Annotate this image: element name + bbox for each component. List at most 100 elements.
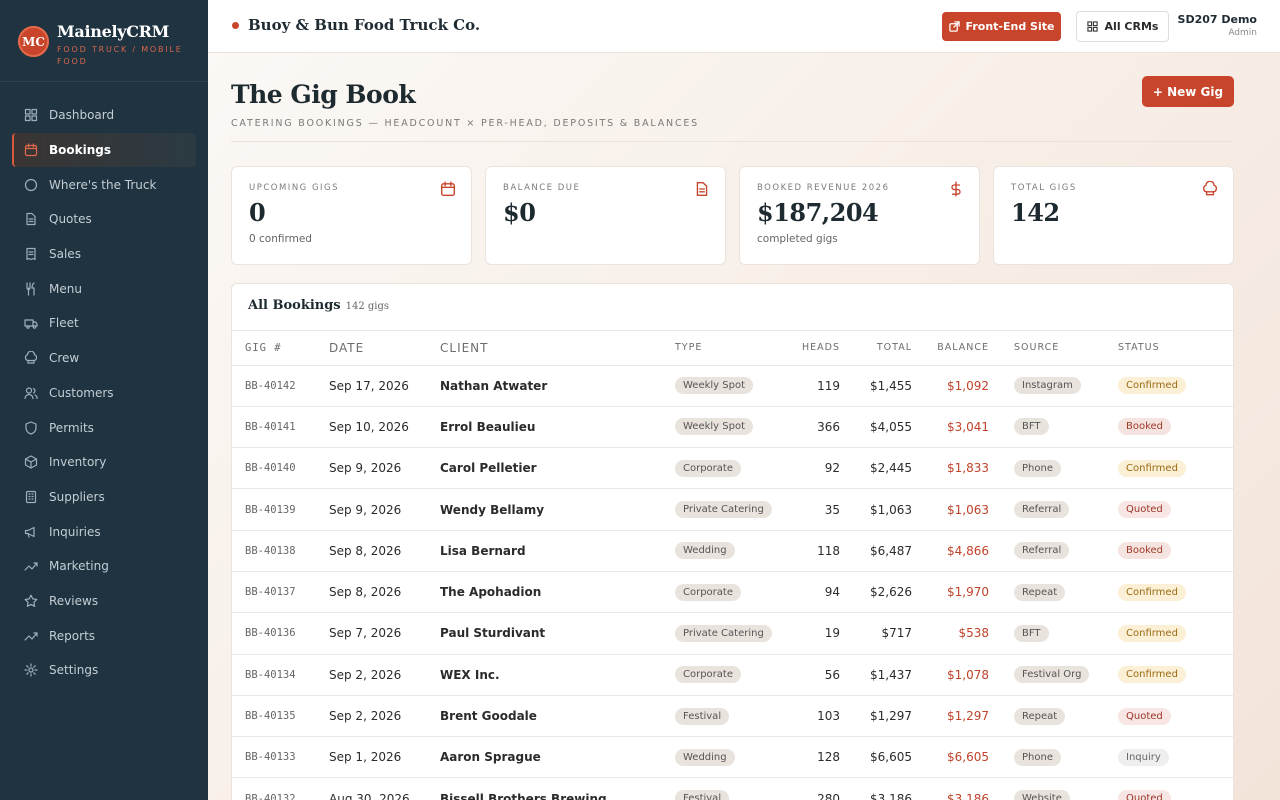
column-header[interactable]: CLIENT [440,331,675,366]
cell-date: Sep 10, 2026 [329,406,440,449]
sidebar-item-label: Dashboard [49,108,115,123]
sidebar-item-inquiries[interactable]: Inquiries [12,514,196,549]
cell-balance: $3,041 [912,406,989,449]
type-badge: Corporate [675,666,741,684]
bookings-header: All Bookings 142 gigs [232,284,1233,331]
type-badge: Private Catering [675,624,772,642]
column-header[interactable]: GIG # [232,331,329,366]
cell-balance: $1,833 [912,447,989,490]
table-row[interactable]: BB-40139 Sep 9, 2026 Wendy Bellamy Private … [232,488,1233,531]
table-row[interactable]: BB-40134 Sep 2, 2026 WEX Inc. Corporate 56 $1… [232,654,1233,696]
sidebar-item-menu[interactable]: Menu [12,271,196,306]
chef-hat-icon [1202,180,1218,197]
column-header[interactable]: BALANCE [912,331,989,366]
table-row[interactable]: BB-40137 Sep 8, 2026 The Apohadion Corporat… [232,571,1233,614]
source-badge: Festival Org [1014,666,1090,684]
sidebar-item-label: Marketing [49,559,109,574]
source-badge: Repeat [1014,707,1066,725]
sidebar-item-customers[interactable]: Customers [12,376,196,411]
cell-date: Sep 1, 2026 [329,736,440,779]
cell-total: $717 [840,612,912,655]
cell-balance: $538 [912,612,989,655]
cell-source: BFT [989,406,1118,449]
brand-logo[interactable]: MC [18,26,49,57]
status-dot [232,21,239,29]
sidebar-item-quotes[interactable]: Quotes [12,202,196,237]
type-badge: Weekly Spot [675,377,754,395]
table-row[interactable]: BB-40138 Sep 8, 2026 Lisa Bernard Wedding 11… [232,530,1233,572]
sidebar-item-bookings[interactable]: Bookings [12,132,196,168]
cell-source: Instagram [989,365,1118,407]
cell-gig: BB-40138 [232,530,329,572]
cell-heads: 128 [785,736,840,779]
cell-total: $1,455 [840,365,912,407]
stat-label: TOTAL GIGS [1011,183,1077,193]
column-header[interactable]: DATE [329,331,440,366]
brand-subtitle: FOOD TRUCK / MOBILE FOOD [57,45,183,66]
brand-name[interactable]: MainelyCRM [57,22,190,41]
sidebar-item-label: Permits [49,420,94,435]
cell-status: Confirmed [1118,571,1233,614]
table-row[interactable]: BB-40140 Sep 9, 2026 Carol Pelletier Corpor… [232,447,1233,490]
table-row[interactable]: BB-40135 Sep 2, 2026 Brent Goodale Festival… [232,695,1233,738]
bookings-title: All Bookings [248,298,341,313]
sidebar-item-label: Customers [49,385,114,400]
cell-gig: BB-40141 [232,406,329,449]
bookings-count: 142 gigs [345,301,390,312]
page-subtitle: CATERING BOOKINGS — HEADCOUNT × PER-HEAD… [231,118,700,129]
column-header[interactable]: TYPE [675,331,785,366]
cell-client: Carol Pelletier [440,447,675,490]
cell-date: Aug 30, 2026 [329,777,440,800]
sidebar-item-sales[interactable]: Sales [12,237,196,272]
table-row[interactable]: BB-40142 Sep 17, 2026 Nathan Atwater Weekly… [232,365,1233,407]
sidebar-item-inventory[interactable]: Inventory [12,445,196,480]
column-header[interactable]: STATUS [1118,331,1233,366]
front-end-site-button[interactable]: Front-End Site [942,12,1061,41]
status-badge: Booked [1118,418,1172,436]
cell-status: Inquiry [1118,736,1233,779]
sidebar-item-reviews[interactable]: Reviews [12,584,196,619]
sidebar-item-suppliers[interactable]: Suppliers [12,480,196,515]
star-icon [24,594,38,608]
sidebar-item-dashboard[interactable]: Dashboard [12,98,196,133]
stat-card: TOTAL GIGS 142 [993,166,1234,265]
divider [231,141,1234,142]
column-header[interactable]: SOURCE [989,331,1118,366]
sidebar-item-permits[interactable]: Permits [12,410,196,445]
table-row[interactable]: BB-40136 Sep 7, 2026 Paul Sturdivant Privat… [232,612,1233,655]
cell-status: Quoted [1118,777,1233,800]
sidebar-item-label: Sales [49,247,81,262]
external-link-icon [948,21,960,32]
cell-type: Festival [675,695,785,738]
document-icon [694,181,710,197]
page-title: The Gig Book [231,80,416,109]
sidebar-item-where-s-the-truck[interactable]: Where's the Truck [12,167,196,202]
stat-value: $0 [503,198,536,227]
cell-client: The Apohadion [440,571,675,614]
cell-source: Referral [989,530,1118,572]
user-menu[interactable]: SD207 Demo Admin [1178,13,1257,38]
type-badge: Weekly Spot [675,418,754,436]
cell-type: Wedding [675,530,785,572]
cell-source: BFT [989,612,1118,655]
sidebar: MC MainelyCRM FOOD TRUCK / MOBILE FOOD D… [0,0,208,800]
source-badge: Phone [1014,459,1061,477]
sidebar-item-crew[interactable]: Crew [12,341,196,376]
cell-status: Confirmed [1118,447,1233,490]
cell-type: Wedding [675,736,785,779]
receipt-icon [24,247,38,261]
cell-gig: BB-40139 [232,488,329,531]
table-row[interactable]: BB-40141 Sep 10, 2026 Errol Beaulieu Weekly… [232,406,1233,449]
new-gig-button[interactable]: + New Gig [1142,76,1234,107]
sidebar-item-fleet[interactable]: Fleet [12,306,196,341]
sidebar-item-settings[interactable]: Settings [12,653,196,688]
all-crms-button[interactable]: All CRMs [1076,11,1169,42]
cell-heads: 56 [785,654,840,696]
type-badge: Wedding [675,542,735,560]
column-header[interactable]: TOTAL [840,331,912,366]
sidebar-item-marketing[interactable]: Marketing [12,549,196,584]
column-header[interactable]: HEADS [785,331,840,366]
table-row[interactable]: BB-40133 Sep 1, 2026 Aaron Sprague Wedding 1… [232,736,1233,779]
table-row[interactable]: BB-40132 Aug 30, 2026 Bissell Brothers Bre… [232,777,1233,800]
sidebar-item-reports[interactable]: Reports [12,618,196,653]
